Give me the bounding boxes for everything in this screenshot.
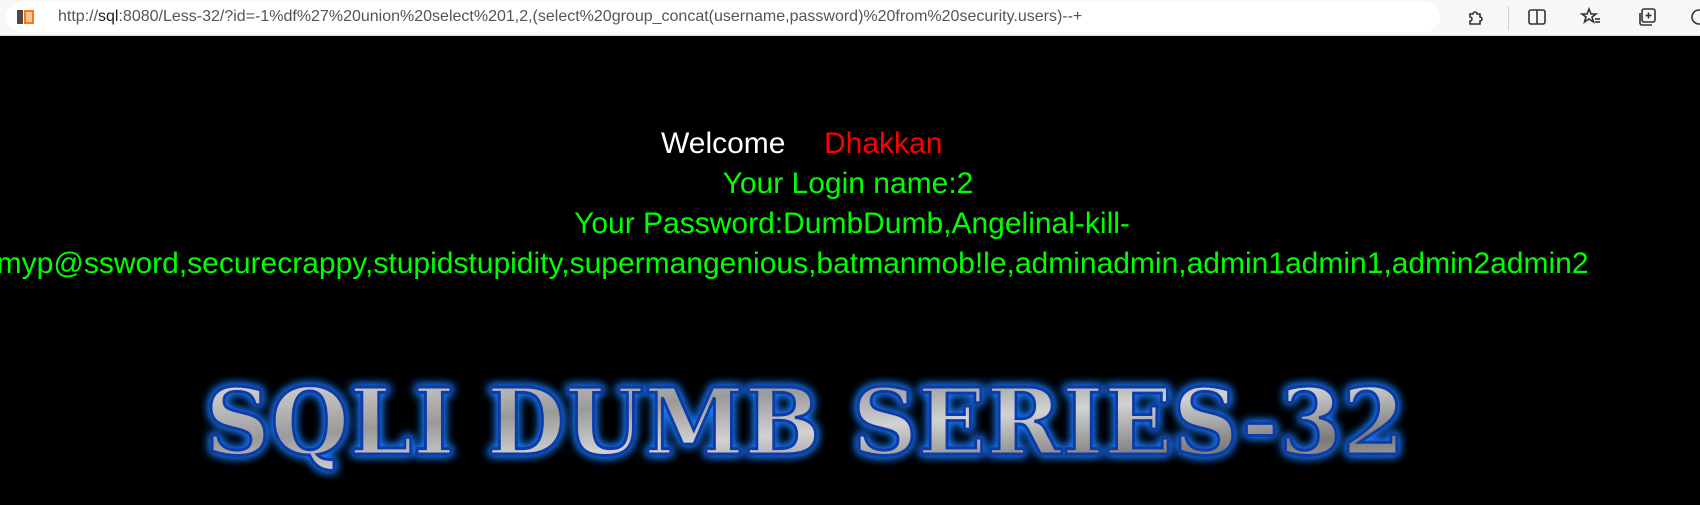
settings-icon[interactable] [1686, 4, 1700, 30]
banner-text: SQLI DUMB SERIES-32 [205, 368, 1405, 476]
address-bar[interactable]: http://sql:8080/Less-32/?id=-1%df%27%20u… [6, 2, 1440, 32]
login-name-line: Your Login name:2 [722, 167, 974, 200]
password-line: Your Password:DumbDumb,Angelinal-kill- [574, 207, 1130, 240]
welcome-username: Dhakkan [824, 127, 943, 160]
url-path: :8080/Less-32/?id=-1%df%27%20union%20sel… [118, 8, 1083, 25]
page-content: Welcome Dhakkan Your Login name:2 Your P… [0, 36, 1700, 505]
collections-icon[interactable] [1634, 4, 1660, 30]
extensions-icon[interactable] [1464, 4, 1490, 30]
password-dump-line: nmyp@ssword,securecrappy,stupidstupidity… [0, 247, 1589, 280]
toolbar-separator [1508, 6, 1509, 30]
browser-toolbar: http://sql:8080/Less-32/?id=-1%df%27%20u… [0, 0, 1700, 36]
url-text[interactable]: http://sql:8080/Less-32/?id=-1%df%27%20u… [58, 7, 1082, 27]
favorites-icon[interactable] [1578, 4, 1604, 30]
sqli-banner: SQLI DUMB SERIES-32 [204, 367, 1407, 478]
url-scheme: http:// [58, 8, 99, 25]
site-info-icon[interactable] [16, 8, 36, 26]
url-host: sql [98, 8, 119, 25]
split-screen-icon[interactable] [1524, 4, 1550, 30]
welcome-label: Welcome [661, 127, 786, 160]
